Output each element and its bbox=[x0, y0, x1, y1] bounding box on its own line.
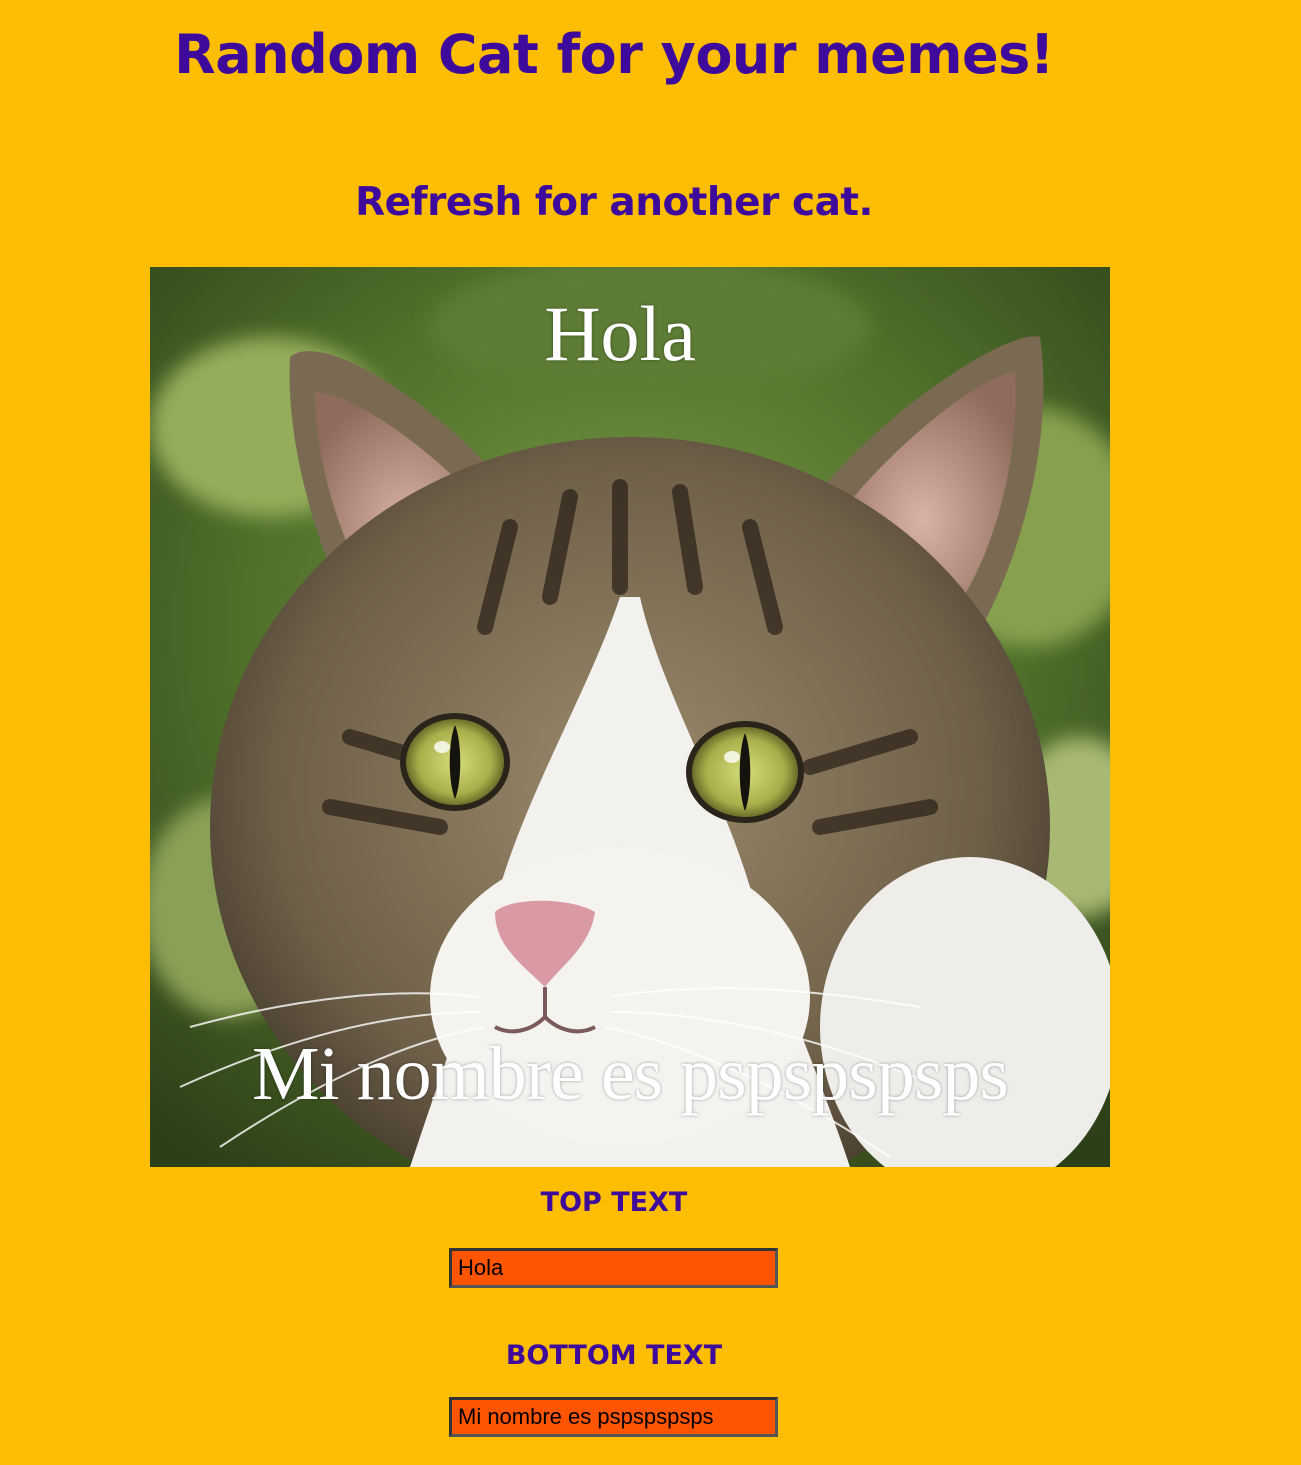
bottom-text-input[interactable] bbox=[449, 1397, 778, 1437]
page-title: Random Cat for your memes! bbox=[174, 23, 1054, 86]
bottom-text-label: BOTTOM TEXT bbox=[505, 1340, 723, 1371]
meme-top-text: Hola bbox=[544, 290, 696, 377]
meme-bottom-text: Mi nombre es pspspspsps bbox=[251, 1032, 1009, 1116]
top-text-label: TOP TEXT bbox=[540, 1187, 688, 1218]
refresh-subtitle: Refresh for another cat. bbox=[355, 180, 873, 225]
meme-image: Hola Mi nombre es pspspspsps bbox=[150, 267, 1110, 1167]
top-text-input[interactable] bbox=[449, 1248, 778, 1288]
